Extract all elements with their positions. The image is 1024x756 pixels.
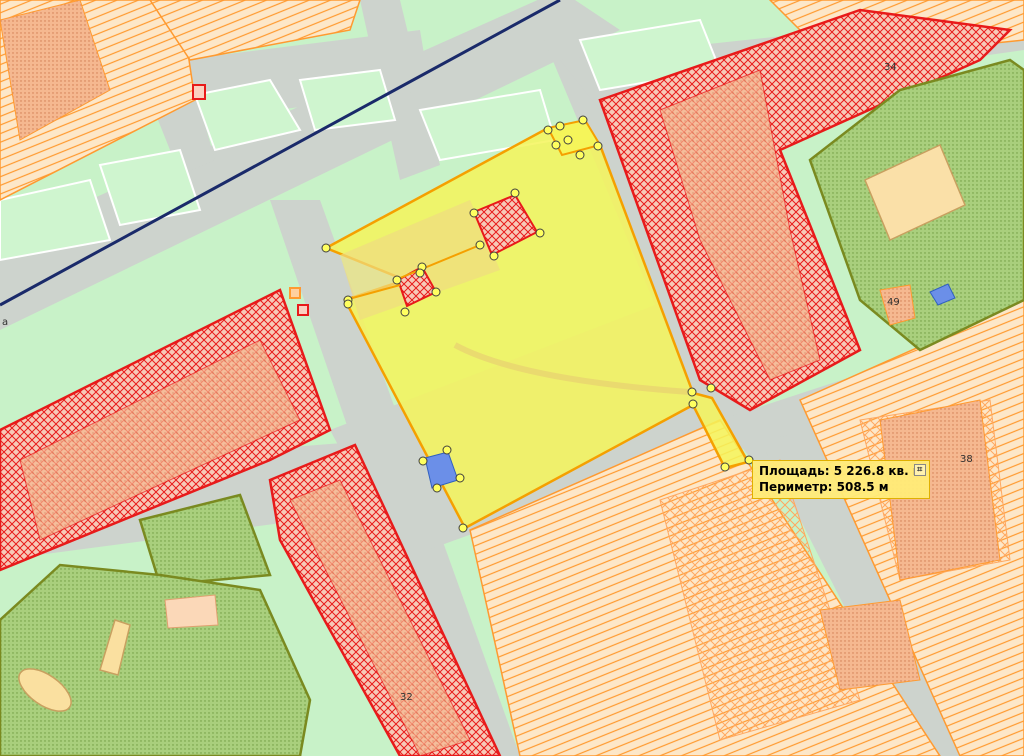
map-letter-label: а (2, 317, 8, 328)
vertex-handle[interactable] (535, 228, 545, 238)
vertex-handle[interactable] (415, 268, 425, 278)
peach-square (164, 594, 219, 629)
house-number-label: 49 (887, 297, 900, 308)
small-orange-marker (289, 287, 301, 299)
vertex-handle[interactable] (578, 115, 588, 125)
house-number-label: 38 (960, 454, 973, 465)
vertex-handle[interactable] (720, 462, 730, 472)
vertex-handle[interactable] (431, 287, 441, 297)
house-number-label: 32 (400, 692, 413, 703)
small-red-marker (297, 304, 309, 316)
vertex-handle[interactable] (489, 251, 499, 261)
vertex-handle[interactable] (418, 456, 428, 466)
vertex-handle[interactable] (321, 243, 331, 253)
vertex-handle[interactable] (687, 387, 697, 397)
vertex-handle[interactable] (432, 483, 442, 493)
area-readout: Площадь: 5 226.8 кв. м (759, 464, 923, 478)
vertex-handle[interactable] (555, 121, 565, 131)
house-number-label: 34 (884, 62, 897, 73)
vertex-handle[interactable] (593, 141, 603, 151)
vertex-handle[interactable] (563, 135, 573, 145)
vertex-handle[interactable] (706, 383, 716, 393)
vertex-handle[interactable] (343, 299, 353, 309)
vertex-handle[interactable] (400, 307, 410, 317)
vertex-handle[interactable] (469, 208, 479, 218)
small-red-marker (192, 84, 206, 100)
vertex-handle[interactable] (551, 140, 561, 150)
close-icon[interactable]: ⌗ (913, 464, 926, 476)
vertex-handle[interactable] (455, 473, 465, 483)
vertex-handle[interactable] (458, 523, 468, 533)
vertex-handle[interactable] (575, 150, 585, 160)
map-canvas[interactable]: 34 38 49 32 а (0, 0, 1024, 756)
vertex-handle[interactable] (392, 275, 402, 285)
vertex-handle[interactable] (510, 188, 520, 198)
vertex-handle[interactable] (688, 399, 698, 409)
measurement-tooltip: Площадь: 5 226.8 кв. м Периметр: 508.5 м… (752, 460, 930, 499)
vertex-handle[interactable] (442, 445, 452, 455)
vertex-handle[interactable] (543, 125, 553, 135)
perimeter-readout: Периметр: 508.5 м (759, 480, 889, 494)
vertex-handle[interactable] (475, 240, 485, 250)
